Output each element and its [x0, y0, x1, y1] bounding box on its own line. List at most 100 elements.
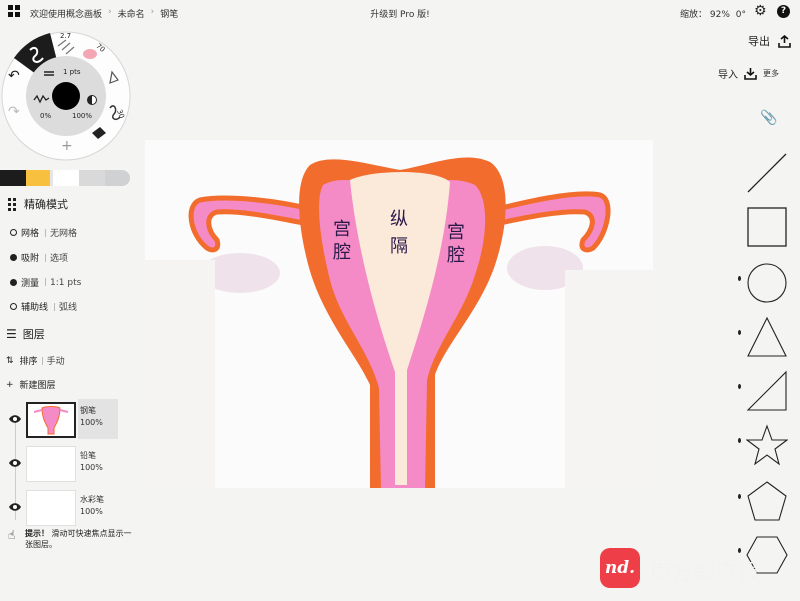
grid-radio[interactable]: [10, 229, 17, 236]
sort-label: 排序: [19, 357, 38, 367]
right-cavity-label-2: 腔: [447, 245, 465, 266]
add-tool-button[interactable]: +: [61, 138, 73, 154]
help-icon[interactable]: ?: [777, 5, 790, 18]
guides-value[interactable]: 弧线: [52, 300, 77, 313]
color-swatches: [0, 170, 130, 186]
color-swatch-slate[interactable]: [105, 170, 130, 186]
layers-icon: ☰: [6, 327, 17, 341]
left-cavity-label-1: 宫: [333, 219, 351, 240]
import-label: 导入: [718, 70, 738, 81]
breadcrumb-gallery[interactable]: 欢迎使用概念画板: [30, 7, 102, 20]
zoom-value: 92%: [709, 10, 730, 20]
gallery-grid-icon[interactable]: [8, 5, 20, 17]
layer-item-watercolor[interactable]: 水彩笔 100%: [6, 488, 114, 528]
layer-opacity: 100%: [80, 463, 103, 472]
star-icon[interactable]: [738, 424, 789, 466]
more-button[interactable]: 更多: [763, 68, 779, 79]
newspaper-watermark-text: 南方都市报: [650, 560, 760, 584]
precision-row-measure[interactable]: 测量 1:1 pts: [10, 276, 81, 289]
visibility-eye-icon[interactable]: [8, 502, 22, 512]
color-swatch-yellow[interactable]: [26, 170, 50, 186]
opacity-max-value: 100%: [72, 112, 93, 120]
top-bar: 欢迎使用概念画板 › 未命名 › 钢笔 升级到 Pro 版! 缩放： 92% 0…: [0, 0, 800, 24]
precision-row-guides[interactable]: 辅助线 弧线: [10, 300, 77, 313]
sort-value[interactable]: 手动: [40, 354, 65, 367]
breadcrumb: 欢迎使用概念画板 › 未命名 › 钢笔: [30, 7, 178, 20]
layers-title: 图层: [22, 328, 45, 341]
triangle-icon[interactable]: [738, 316, 788, 358]
export-button[interactable]: 导出: [748, 33, 791, 49]
grid-value[interactable]: 无网格: [43, 226, 77, 239]
measure-value[interactable]: 1:1 pts: [43, 278, 81, 288]
layer-name: 铅笔: [80, 451, 96, 460]
upgrade-button[interactable]: 升级到 Pro 版!: [340, 7, 460, 20]
left-cavity-label-2: 腔: [333, 242, 351, 263]
precision-row-grid[interactable]: 网格 无网格: [10, 226, 77, 239]
breadcrumb-tool[interactable]: 钢笔: [160, 7, 178, 20]
right-cavity-label-1: 宫: [447, 222, 465, 243]
square-icon[interactable]: [746, 206, 788, 248]
septum-label-2: 隔: [390, 236, 408, 257]
snap-label: 吸附: [21, 254, 40, 264]
precision-icon: [8, 197, 16, 211]
color-swatch-grey[interactable]: [79, 170, 105, 186]
grid-label: 网格: [21, 229, 40, 239]
export-label: 导出: [748, 35, 770, 48]
measure-radio[interactable]: [10, 279, 17, 286]
stroke-pts-value: 1 pts: [63, 68, 81, 76]
gear-icon[interactable]: ⚙: [754, 4, 767, 18]
sort-icon: ⇅: [6, 355, 14, 366]
breadcrumb-document[interactable]: 未命名: [118, 7, 145, 20]
layer-item-pen[interactable]: 钢笔 100%: [6, 399, 118, 440]
brush-preview-dot: [52, 82, 80, 110]
watercolor-tool-icon[interactable]: [83, 49, 97, 59]
color-swatch-white[interactable]: [53, 170, 79, 186]
opacity-min-value: 0%: [40, 112, 52, 120]
precision-title[interactable]: 精确模式: [24, 196, 68, 212]
new-layer-label: 新建图层: [19, 381, 56, 391]
precision-row-snap[interactable]: 吸附 选项: [10, 251, 68, 264]
zoom-indicator[interactable]: 缩放： 92% 0°: [680, 7, 746, 20]
layer-name: 钢笔: [80, 406, 96, 415]
tip-label: 提示！: [25, 529, 49, 538]
snap-radio[interactable]: [10, 254, 17, 261]
septum-label-1: 纵: [390, 209, 408, 230]
new-layer-button[interactable]: + 新建图层: [6, 378, 56, 392]
line-icon[interactable]: [746, 152, 788, 194]
color-swatch-black[interactable]: [0, 170, 26, 186]
undo-icon[interactable]: ↶: [8, 68, 20, 84]
rotation-value: 0°: [735, 10, 747, 20]
layer-name: 水彩笔: [80, 495, 104, 504]
layer-sort[interactable]: ⇅ 排序 手动: [6, 354, 65, 368]
left-fallopian-tube: [188, 195, 318, 253]
breadcrumb-separator: ›: [108, 7, 112, 17]
brush-size-value: 2.7: [60, 32, 72, 40]
redo-icon[interactable]: ↷: [8, 104, 20, 120]
visibility-eye-icon[interactable]: [8, 414, 22, 424]
layer-thumbnail: [26, 490, 76, 526]
drawing-canvas[interactable]: 宫 腔 纵 隔 宫 腔: [145, 140, 653, 488]
snap-value[interactable]: 选项: [43, 251, 68, 264]
tool-wheel[interactable]: 2.7 70 1 pts 0% 100% 30 +: [0, 28, 140, 168]
paperclip-icon[interactable]: 📎: [760, 110, 777, 126]
layers-header[interactable]: ☰ 图层: [6, 326, 45, 342]
guides-label: 辅助线: [21, 303, 49, 313]
layer-thumbnail: [26, 402, 76, 438]
layer-opacity: 100%: [80, 418, 103, 427]
pentagon-icon[interactable]: [738, 480, 788, 522]
visibility-eye-icon[interactable]: [8, 458, 22, 468]
export-icon: [778, 34, 791, 48]
guides-radio[interactable]: [10, 303, 17, 310]
layer-thumbnail: [26, 446, 76, 482]
zoom-label: 缩放：: [680, 10, 708, 20]
layer-opacity: 100%: [80, 507, 103, 516]
import-button[interactable]: 导入 更多: [718, 66, 779, 81]
import-icon: [744, 68, 757, 80]
layer-item-pencil[interactable]: 铅笔 100%: [6, 444, 114, 484]
circle-icon[interactable]: [738, 262, 788, 304]
measure-label: 测量: [21, 279, 40, 289]
right-triangle-icon[interactable]: [738, 370, 788, 412]
plus-icon: +: [6, 379, 14, 390]
pointing-hand-icon: ☝: [8, 528, 16, 542]
breadcrumb-separator: ›: [150, 7, 155, 17]
